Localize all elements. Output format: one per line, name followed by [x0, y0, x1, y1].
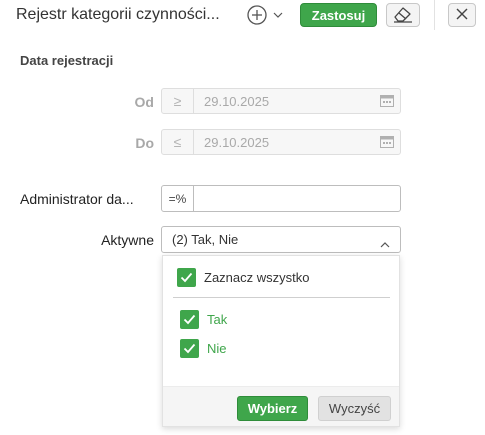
- choose-button[interactable]: Wybierz: [237, 396, 308, 421]
- eraser-icon: [392, 5, 414, 26]
- date-from-label: Od: [134, 94, 154, 110]
- active-select-value: (2) Tak, Nie: [172, 232, 239, 247]
- section-title: Data rejestracji: [20, 53, 114, 68]
- chevron-up-icon: [380, 236, 390, 251]
- active-label: Aktywne: [101, 232, 154, 248]
- date-to-label: Do: [135, 135, 154, 151]
- checkmark-icon: [180, 272, 193, 283]
- admin-label: Administrator da...: [20, 191, 134, 207]
- checkmark-icon: [183, 343, 196, 354]
- clear-button[interactable]: Wyczyść: [318, 396, 391, 421]
- clear-filters-button[interactable]: [386, 3, 420, 27]
- option-nie[interactable]: Nie: [180, 339, 227, 358]
- select-all-checkbox[interactable]: [177, 268, 196, 287]
- active-dropdown: Zaznacz wszystko Tak Nie Wybierz Wyczyść: [162, 255, 400, 427]
- date-to-value[interactable]: 29.10.2025: [194, 130, 374, 154]
- option-nie-label: Nie: [207, 341, 227, 356]
- date-to-operator[interactable]: ≤: [162, 130, 194, 154]
- dialog-header: Rejestr kategorii czynności... Zastosuj: [0, 0, 485, 30]
- header-divider: [434, 0, 435, 30]
- select-all-label: Zaznacz wszystko: [204, 270, 310, 285]
- close-button[interactable]: [448, 3, 476, 27]
- admin-input[interactable]: [194, 186, 400, 211]
- date-to-field[interactable]: ≤ 29.10.2025: [161, 129, 401, 155]
- dropdown-divider: [173, 297, 390, 298]
- calendar-icon[interactable]: [374, 89, 400, 113]
- date-from-field[interactable]: ≥ 29.10.2025: [161, 88, 401, 114]
- option-tak-label: Tak: [207, 312, 228, 327]
- dropdown-footer: Wybierz Wyczyść: [163, 386, 399, 426]
- option-tak[interactable]: Tak: [180, 310, 227, 329]
- chevron-down-icon: [272, 10, 284, 20]
- plus-circle-icon: [246, 4, 268, 26]
- admin-field[interactable]: =%: [161, 185, 401, 212]
- option-nie-checkbox[interactable]: [180, 339, 199, 358]
- active-select[interactable]: (2) Tak, Nie: [161, 226, 401, 253]
- add-button[interactable]: [246, 4, 288, 26]
- date-from-value[interactable]: 29.10.2025: [194, 89, 374, 113]
- calendar-icon[interactable]: [374, 130, 400, 154]
- select-all-option[interactable]: Zaznacz wszystko: [177, 268, 309, 287]
- apply-button[interactable]: Zastosuj: [300, 3, 377, 27]
- date-from-operator[interactable]: ≥: [162, 89, 194, 113]
- close-icon: [455, 7, 469, 24]
- option-tak-checkbox[interactable]: [180, 310, 199, 329]
- dialog-title: Rejestr kategorii czynności...: [16, 6, 220, 23]
- checkmark-icon: [183, 314, 196, 325]
- admin-match-operator[interactable]: =%: [162, 186, 194, 211]
